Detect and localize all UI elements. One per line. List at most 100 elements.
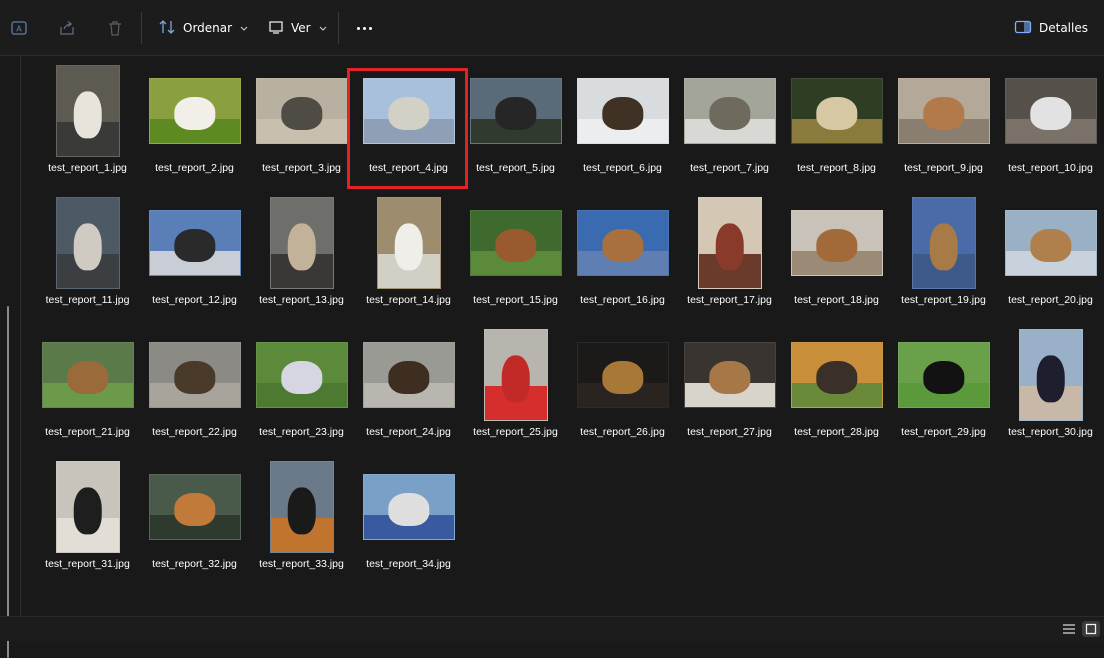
dog-figure (387, 361, 430, 395)
file-item[interactable]: test_report_16.jpg (569, 192, 676, 324)
file-item[interactable]: test_report_5.jpg (462, 60, 569, 192)
image-thumbnail (255, 78, 348, 144)
dog-figure (1029, 97, 1072, 131)
details-pane-button[interactable]: Detalles (1010, 14, 1092, 42)
file-item[interactable]: test_report_14.jpg (355, 192, 462, 324)
file-item[interactable]: test_report_1.jpg (34, 60, 141, 192)
file-item[interactable]: test_report_28.jpg (783, 324, 890, 456)
file-item[interactable]: test_report_2.jpg (141, 60, 248, 192)
file-item[interactable]: test_report_12.jpg (141, 192, 248, 324)
image-thumbnail (1018, 329, 1083, 421)
dog-figure (173, 493, 216, 527)
file-item[interactable]: test_report_4.jpg (347, 60, 468, 192)
large-icons-view-icon[interactable] (1082, 621, 1100, 637)
thumbnail-frame (40, 196, 135, 290)
file-item[interactable]: test_report_33.jpg (248, 456, 355, 588)
thumbnail-frame (575, 64, 670, 158)
thumbnail-frame (40, 328, 135, 422)
file-item[interactable]: test_report_29.jpg (890, 324, 997, 456)
thumbnail-frame (468, 328, 563, 422)
thumbnail-frame (147, 328, 242, 422)
scrollbar[interactable] (7, 306, 9, 658)
image-thumbnail (897, 78, 990, 144)
thumbnail-frame (1003, 64, 1098, 158)
dog-figure (815, 361, 858, 395)
dog-figure (287, 487, 316, 535)
file-item[interactable]: test_report_18.jpg (783, 192, 890, 324)
image-thumbnail (1004, 210, 1097, 276)
file-item[interactable]: test_report_10.jpg (997, 60, 1104, 192)
image-thumbnail (790, 210, 883, 276)
image-thumbnail (469, 210, 562, 276)
file-item[interactable]: test_report_34.jpg (355, 456, 462, 588)
more-icon[interactable] (352, 14, 376, 42)
file-item[interactable]: test_report_21.jpg (34, 324, 141, 456)
image-thumbnail (55, 461, 120, 553)
dog-figure (173, 229, 216, 263)
image-thumbnail (376, 197, 441, 289)
file-item[interactable]: test_report_9.jpg (890, 60, 997, 192)
thumbnail-frame (254, 196, 349, 290)
file-item[interactable]: test_report_23.jpg (248, 324, 355, 456)
file-item[interactable]: test_report_20.jpg (997, 192, 1104, 324)
file-item[interactable]: test_report_19.jpg (890, 192, 997, 324)
thumbnail-frame (254, 64, 349, 158)
file-item[interactable]: test_report_15.jpg (462, 192, 569, 324)
rename-icon[interactable]: A (5, 14, 33, 42)
file-item[interactable]: test_report_31.jpg (34, 456, 141, 588)
file-item[interactable]: test_report_32.jpg (141, 456, 248, 588)
image-thumbnail (576, 210, 669, 276)
file-item[interactable]: test_report_25.jpg (462, 324, 569, 456)
file-name: test_report_28.jpg (794, 426, 879, 438)
file-item[interactable]: test_report_26.jpg (569, 324, 676, 456)
thumbnail-frame (361, 328, 456, 422)
file-name: test_report_13.jpg (259, 294, 344, 306)
file-item[interactable]: test_report_6.jpg (569, 60, 676, 192)
image-thumbnail (576, 342, 669, 408)
thumbnail-frame (575, 328, 670, 422)
file-name: test_report_5.jpg (476, 162, 555, 174)
file-item[interactable]: test_report_27.jpg (676, 324, 783, 456)
image-thumbnail (683, 342, 776, 408)
command-bar: A Ordenar Ver Detalles (0, 0, 1104, 56)
file-name: test_report_15.jpg (473, 294, 558, 306)
file-name: test_report_32.jpg (152, 558, 237, 570)
file-item[interactable]: test_report_24.jpg (355, 324, 462, 456)
dog-figure (929, 223, 958, 271)
dog-figure (815, 97, 858, 131)
thumbnail-frame (896, 64, 991, 158)
file-name: test_report_18.jpg (794, 294, 879, 306)
thumbnail-frame (468, 64, 563, 158)
file-item[interactable]: test_report_13.jpg (248, 192, 355, 324)
file-item[interactable]: test_report_3.jpg (248, 60, 355, 192)
image-thumbnail (911, 197, 976, 289)
delete-icon[interactable] (101, 14, 129, 42)
sort-button[interactable]: Ordenar (154, 14, 252, 42)
dog-figure (73, 91, 102, 139)
dog-figure (287, 223, 316, 271)
status-bar (0, 616, 1104, 641)
file-item[interactable]: test_report_22.jpg (141, 324, 248, 456)
file-name: test_report_2.jpg (155, 162, 234, 174)
selection-highlight (347, 68, 468, 189)
view-icon (268, 20, 284, 37)
thumbnail-frame (147, 64, 242, 158)
file-item[interactable]: test_report_11.jpg (34, 192, 141, 324)
details-view-icon[interactable] (1060, 621, 1078, 637)
share-icon[interactable] (53, 14, 81, 42)
thumbnail-frame (361, 460, 456, 554)
toolbar-separator (141, 12, 142, 44)
file-item[interactable]: test_report_7.jpg (676, 60, 783, 192)
image-thumbnail (148, 342, 241, 408)
thumbnail-frame (468, 196, 563, 290)
file-item[interactable]: test_report_30.jpg (997, 324, 1104, 456)
image-thumbnail (469, 78, 562, 144)
file-item[interactable]: test_report_8.jpg (783, 60, 890, 192)
thumbnail-frame (1003, 196, 1098, 290)
file-name: test_report_30.jpg (1008, 426, 1093, 438)
navigation-pane-edge (0, 56, 21, 658)
file-item[interactable]: test_report_17.jpg (676, 192, 783, 324)
view-button[interactable]: Ver (264, 14, 331, 42)
file-name: test_report_10.jpg (1008, 162, 1093, 174)
file-name: test_report_23.jpg (259, 426, 344, 438)
